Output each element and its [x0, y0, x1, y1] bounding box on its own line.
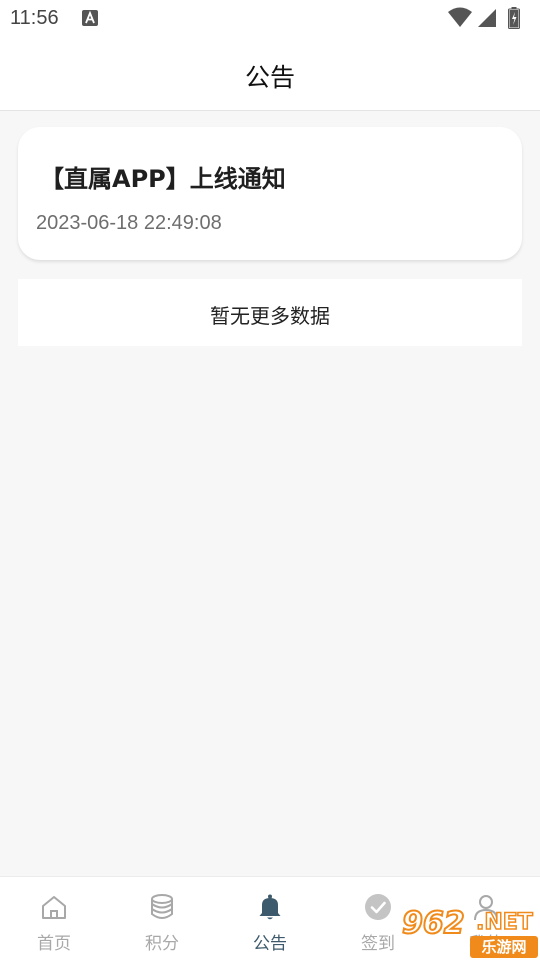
status-bar: 11:56	[0, 0, 540, 36]
coins-icon	[151, 894, 173, 919]
notice-card[interactable]: 【直属APP】上线通知 2023-06-18 22:49:08	[18, 127, 522, 260]
tab-points[interactable]: 积分	[108, 877, 216, 960]
page-title: 公告	[244, 63, 295, 92]
tab-points-label: 积分	[145, 934, 179, 954]
bell-icon	[259, 894, 281, 920]
wifi-icon	[448, 7, 472, 27]
notification-a-icon	[82, 10, 98, 26]
tab-home[interactable]: 首页	[0, 877, 108, 960]
tab-home-label: 首页	[37, 934, 71, 954]
watermark-suffix: .NET	[475, 909, 533, 936]
no-more-data-text: 暂无更多数据	[210, 304, 330, 328]
battery-icon	[508, 7, 520, 29]
list-end-indicator: 暂无更多数据	[18, 279, 522, 346]
notice-title: 【直属APP】上线通知	[40, 165, 286, 193]
watermark-site: 乐游网	[470, 936, 538, 958]
status-time: 11:56	[10, 7, 59, 29]
notice-time: 2023-06-18 22:49:08	[36, 212, 222, 234]
tab-announcement-label: 公告	[253, 934, 287, 954]
page-header: 公告	[0, 36, 540, 111]
tab-announcement[interactable]: 公告	[216, 877, 324, 960]
watermark-number: 962	[401, 905, 466, 942]
site-watermark: 962 .NET 乐游网	[400, 905, 540, 960]
signal-icon	[478, 9, 496, 27]
check-circle-icon	[365, 894, 391, 920]
home-icon	[42, 896, 66, 919]
